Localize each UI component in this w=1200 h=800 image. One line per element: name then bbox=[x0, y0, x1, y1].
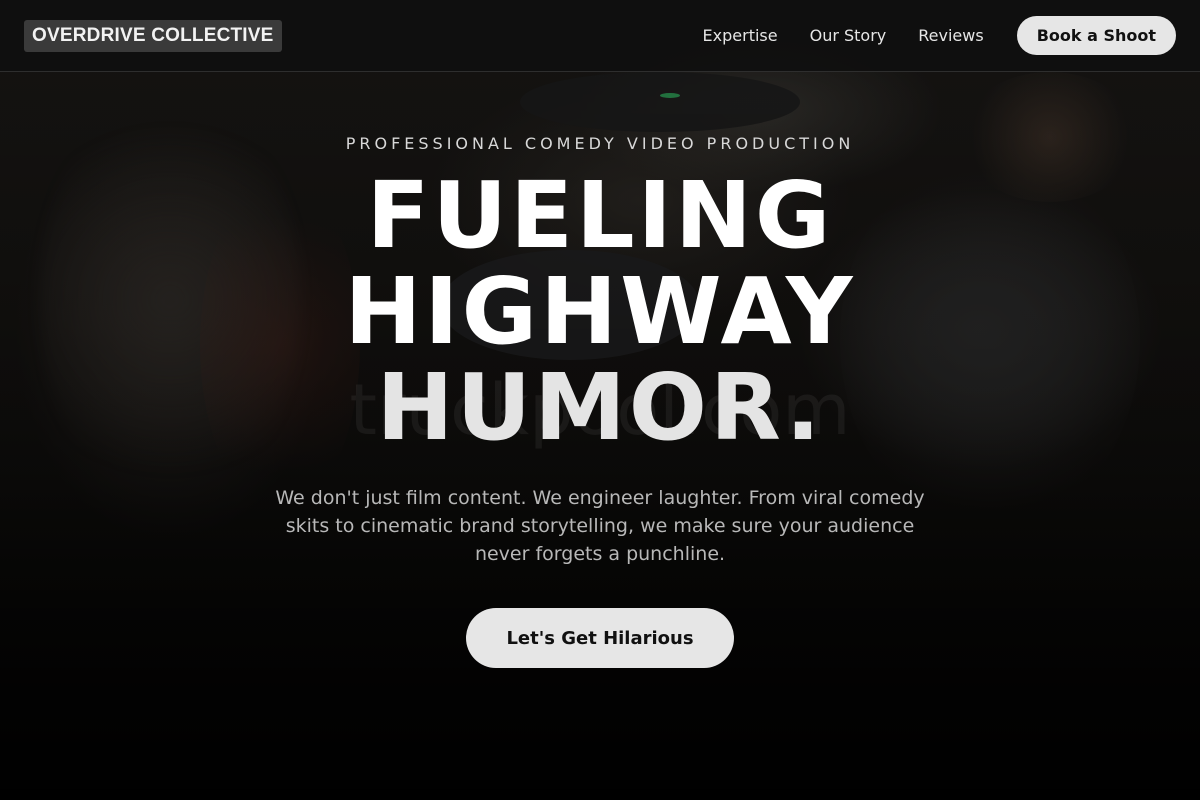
nav-links: Expertise Our Story Reviews bbox=[703, 26, 984, 45]
nav-link-reviews[interactable]: Reviews bbox=[918, 26, 983, 45]
brand-logo[interactable]: OVERDRIVE COLLECTIVE bbox=[24, 19, 282, 52]
nav-link-expertise[interactable]: Expertise bbox=[703, 26, 778, 45]
hero-subtext: We don't just film content. We engineer … bbox=[275, 487, 925, 565]
hero-headline: FUELING HIGHWAY HUMOR. bbox=[0, 168, 1200, 456]
headline-line-2: HIGHWAY bbox=[344, 258, 856, 365]
book-a-shoot-button[interactable]: Book a Shoot bbox=[1016, 16, 1176, 55]
hero-section: truckpool.com PROFESSIONAL COMEDY VIDEO … bbox=[0, 72, 1200, 800]
headline-line-3: HUMOR. bbox=[376, 354, 824, 461]
lets-get-hilarious-button[interactable]: Let's Get Hilarious bbox=[466, 608, 734, 668]
headline-line-1: FUELING bbox=[366, 162, 834, 269]
hero-kicker: PROFESSIONAL COMEDY VIDEO PRODUCTION bbox=[345, 134, 855, 153]
nav-link-our-story[interactable]: Our Story bbox=[810, 26, 887, 45]
navbar: OVERDRIVE COLLECTIVE Expertise Our Story… bbox=[0, 0, 1200, 72]
